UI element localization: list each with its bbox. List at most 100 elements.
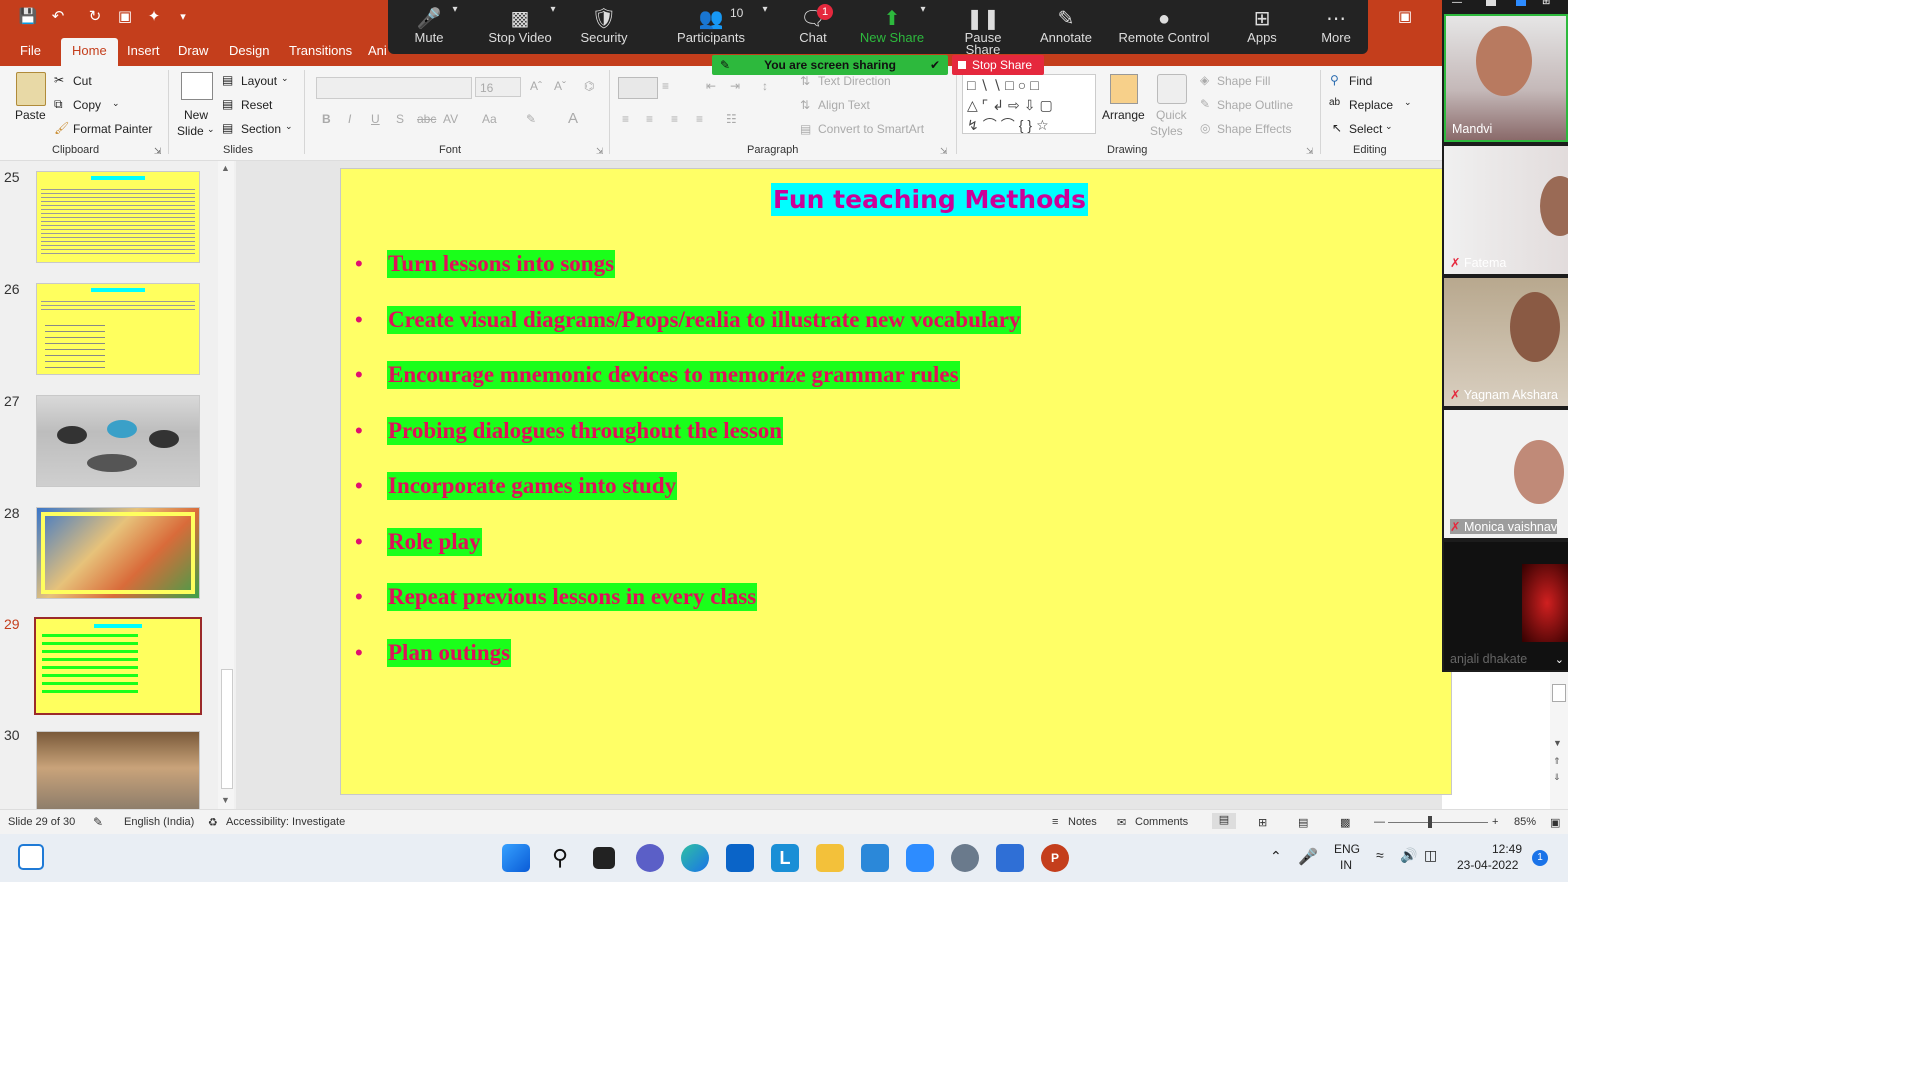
- minimize-icon[interactable]: —: [1452, 0, 1462, 8]
- paste-button[interactable]: Paste: [15, 108, 46, 122]
- bullet-text[interactable]: Encourage mnemonic devices to memorize g…: [387, 361, 960, 389]
- annotate-button[interactable]: ✎ Annotate: [1036, 0, 1096, 54]
- justify-icon[interactable]: ≡: [696, 112, 703, 126]
- slide[interactable]: Fun teaching Methods • Turn lessons into…: [340, 168, 1452, 795]
- scroll-thumb[interactable]: [221, 669, 233, 789]
- copy-chevron-icon[interactable]: ⌄: [112, 98, 120, 109]
- video-tile[interactable]: ✗ Monica vaishnav: [1444, 410, 1568, 538]
- video-options-chevron-icon[interactable]: ▾: [546, 4, 560, 58]
- pause-share-button[interactable]: ❚❚ Pause Share: [946, 0, 1020, 56]
- grid-icon[interactable]: ⊞: [1542, 0, 1550, 7]
- find-button[interactable]: Find: [1349, 74, 1372, 88]
- notepad-icon[interactable]: [996, 844, 1024, 872]
- zoom-out-icon[interactable]: —: [1374, 816, 1385, 828]
- bold-icon[interactable]: B: [322, 112, 331, 126]
- scroll-thumb[interactable]: [1552, 684, 1566, 702]
- chevron-down-icon[interactable]: ⌄: [1555, 653, 1564, 666]
- bullet-text[interactable]: Incorporate games into study: [387, 472, 678, 500]
- normal-view-icon[interactable]: ▤: [1212, 813, 1236, 829]
- bullet-text[interactable]: Role play: [387, 528, 482, 556]
- italic-icon[interactable]: I: [348, 112, 351, 126]
- bullet-text[interactable]: Turn lessons into songs: [387, 250, 616, 278]
- quick-styles-icon[interactable]: [1157, 74, 1187, 104]
- quick-styles-label-2[interactable]: Styles: [1150, 124, 1183, 138]
- slideshow-icon[interactable]: ▩: [1340, 816, 1350, 829]
- cut-button[interactable]: Cut: [73, 74, 92, 88]
- participants-chevron-icon[interactable]: ▾: [758, 4, 772, 58]
- decrease-indent-icon[interactable]: ⇤: [706, 79, 716, 93]
- file-explorer-icon[interactable]: [816, 844, 844, 872]
- slide-scrollbar[interactable]: ▼ ⇑ ⇓: [1550, 672, 1568, 809]
- reading-view-icon[interactable]: ▤: [1298, 816, 1308, 829]
- bullet-text[interactable]: Probing dialogues throughout the lesson: [387, 417, 784, 445]
- numbering-icon[interactable]: ≡: [662, 79, 669, 93]
- task-view-icon[interactable]: [593, 847, 615, 869]
- char-spacing-icon[interactable]: AV: [443, 112, 458, 126]
- edge-icon[interactable]: [681, 844, 709, 872]
- mute-button[interactable]: 🎤 Mute: [408, 0, 450, 54]
- notification-badge[interactable]: 1: [1532, 850, 1548, 866]
- text-direction-button[interactable]: Text Direction: [818, 74, 891, 88]
- zoom-app-icon[interactable]: [906, 844, 934, 872]
- video-tile[interactable]: ✗ Fatema: [1444, 146, 1568, 274]
- arrange-button[interactable]: Arrange: [1102, 108, 1145, 122]
- video-tile[interactable]: ✗ Yagnam Akshara: [1444, 278, 1568, 406]
- slide-thumbnail-26[interactable]: [36, 283, 200, 375]
- bullet-text[interactable]: Plan outings: [387, 639, 512, 667]
- slide-thumbnail-29[interactable]: [34, 617, 202, 715]
- quick-styles-label[interactable]: Quick: [1156, 108, 1187, 122]
- slide-thumbnail-25[interactable]: [36, 171, 200, 263]
- reset-button[interactable]: Reset: [241, 98, 272, 112]
- shrink-font-icon[interactable]: Aˇ: [554, 79, 566, 93]
- redo-icon[interactable]: ↻: [84, 6, 106, 28]
- zoom-level[interactable]: 85%: [1514, 816, 1536, 828]
- slide-sorter-icon[interactable]: ⊞: [1258, 816, 1267, 829]
- fit-slide-icon[interactable]: ▣: [1550, 816, 1560, 829]
- tab-file[interactable]: File: [12, 38, 49, 66]
- bullets-button[interactable]: [618, 77, 658, 99]
- section-chevron-icon[interactable]: ⌄: [285, 121, 293, 132]
- language-code[interactable]: ENG: [1334, 842, 1360, 856]
- remote-control-button[interactable]: ● Remote Control: [1116, 0, 1212, 54]
- stop-share-button[interactable]: Stop Share: [952, 55, 1044, 75]
- mail-icon[interactable]: [726, 844, 754, 872]
- slide-thumbnail-30[interactable]: [36, 731, 200, 813]
- paste-icon[interactable]: [16, 72, 46, 106]
- shape-effects-button[interactable]: Shape Effects: [1217, 122, 1292, 136]
- align-text-button[interactable]: Align Text: [818, 98, 870, 112]
- shape-outline-button[interactable]: Shape Outline: [1217, 98, 1293, 112]
- tab-insert[interactable]: Insert: [119, 38, 168, 66]
- search-icon[interactable]: ⚲: [546, 844, 574, 872]
- more-button[interactable]: ⋯ More: [1316, 0, 1356, 54]
- section-button[interactable]: Section: [241, 122, 281, 136]
- wifi-icon[interactable]: ≈: [1376, 847, 1384, 863]
- slide-title[interactable]: Fun teaching Methods: [771, 183, 1089, 216]
- align-center-icon[interactable]: ≡: [646, 112, 653, 126]
- shape-fill-button[interactable]: Shape Fill: [1217, 74, 1270, 88]
- scroll-down-icon[interactable]: ▼: [221, 795, 230, 805]
- window-icon[interactable]: ▣: [1394, 6, 1416, 28]
- clock-date[interactable]: 23-04-2022: [1457, 858, 1518, 872]
- clock-time[interactable]: 12:49: [1492, 842, 1522, 856]
- font-size-field[interactable]: 16: [475, 77, 521, 97]
- present-icon[interactable]: ▣: [114, 6, 136, 28]
- format-painter-button[interactable]: Format Painter: [73, 122, 152, 136]
- new-slide-label-2[interactable]: Slide: [177, 124, 204, 138]
- zoom-slider[interactable]: [1388, 822, 1488, 823]
- share-options-chevron-icon[interactable]: ▾: [916, 4, 930, 58]
- replace-button[interactable]: Replace: [1349, 98, 1393, 112]
- start-icon[interactable]: [502, 844, 530, 872]
- apps-button[interactable]: ⊞ Apps: [1240, 0, 1284, 54]
- slide-thumbnail-27[interactable]: [36, 395, 200, 487]
- mute-options-chevron-icon[interactable]: ▾: [448, 4, 462, 58]
- layout-chevron-icon[interactable]: ⌄: [281, 73, 289, 84]
- teams-chat-icon[interactable]: [636, 844, 664, 872]
- volume-icon[interactable]: 🔊: [1400, 847, 1417, 864]
- replace-chevron-icon[interactable]: ⌄: [1404, 97, 1412, 108]
- highlight-icon[interactable]: ✎: [526, 112, 536, 126]
- line-spacing-icon[interactable]: ↕: [762, 79, 768, 93]
- new-slide-chevron-icon[interactable]: ⌄: [207, 124, 215, 135]
- increase-indent-icon[interactable]: ⇥: [730, 79, 740, 93]
- spellcheck-icon[interactable]: ✎: [93, 815, 103, 829]
- strikethrough-icon[interactable]: abc: [417, 112, 436, 126]
